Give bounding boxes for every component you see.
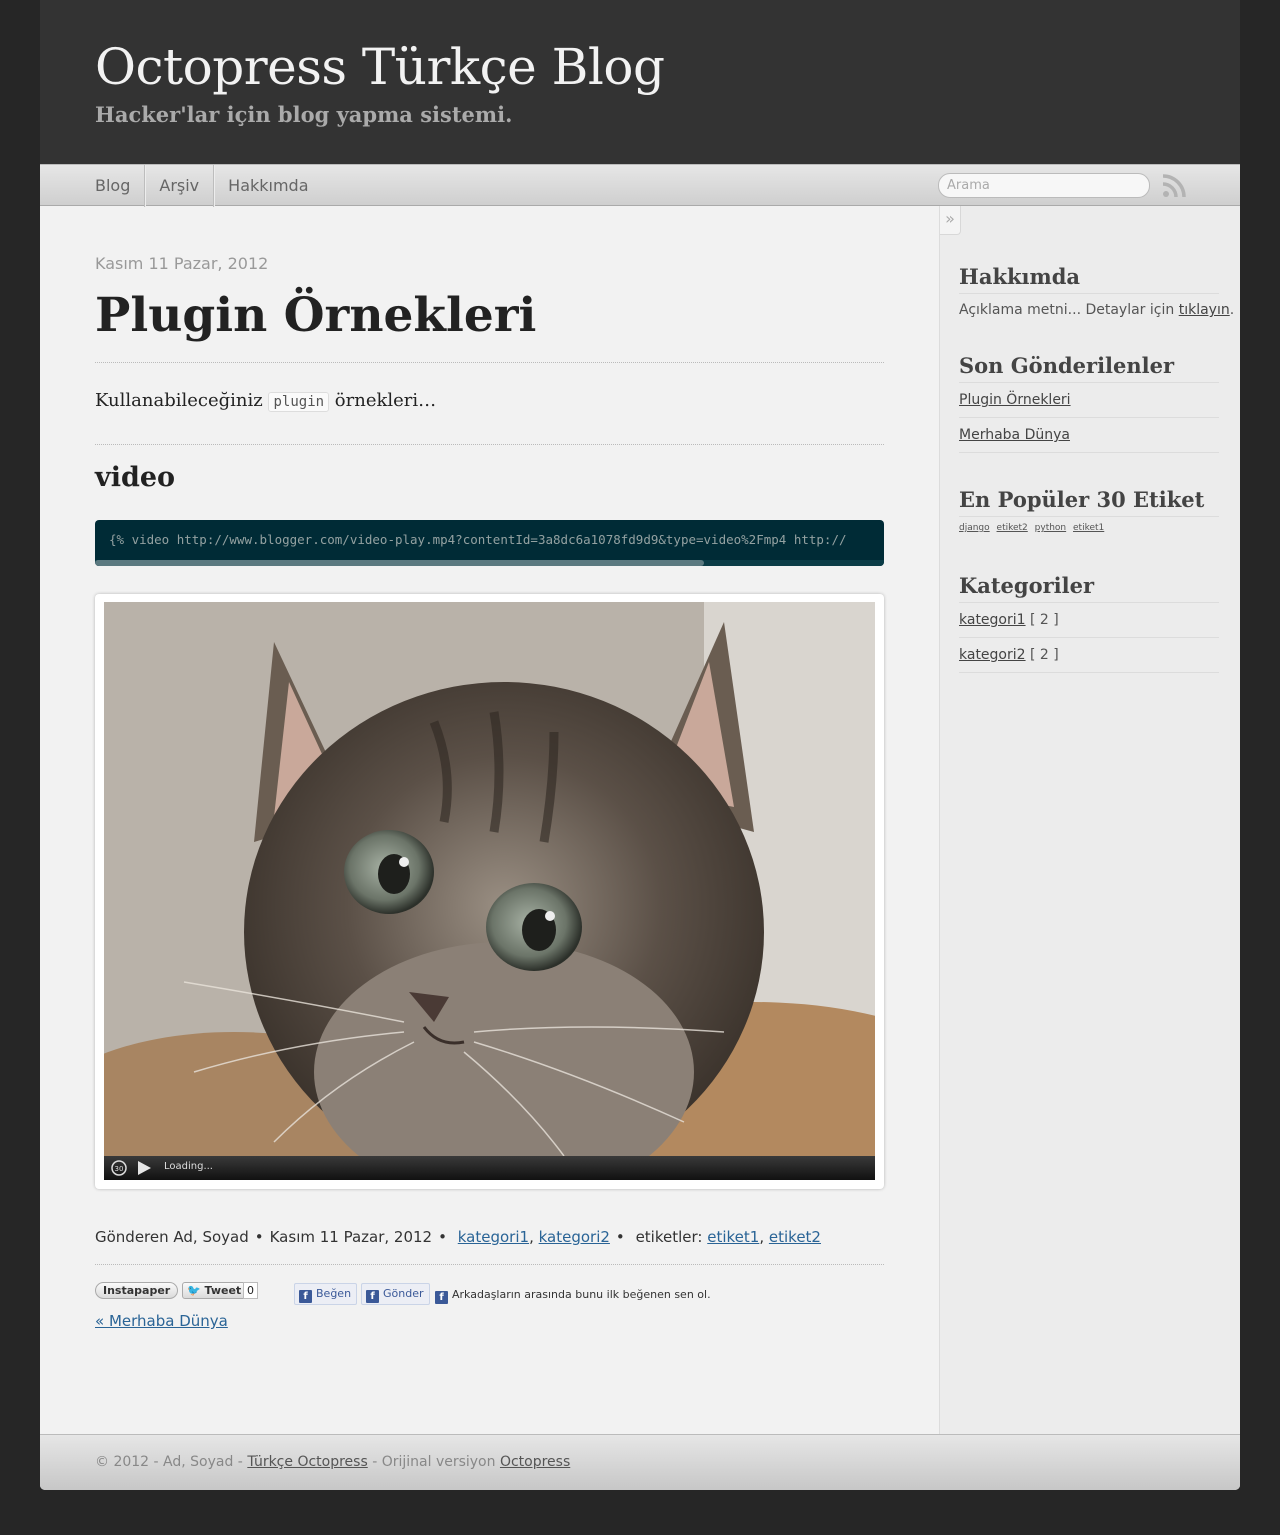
divider bbox=[95, 1264, 884, 1265]
sidebar-about-text: Açıklama metni... Detaylar için tıklayın… bbox=[959, 302, 1234, 318]
nav-item-about[interactable]: Hakkımda bbox=[213, 165, 322, 207]
footer-middle-text: - Orijinal versiyon bbox=[367, 1454, 500, 1470]
tags-label: etiketler: bbox=[635, 1228, 703, 1246]
tag-link[interactable]: etiket1 bbox=[707, 1228, 759, 1246]
twitter-bird-icon: 🐦 bbox=[187, 1284, 201, 1297]
sharing-bar: Instapaper 🐦 Tweet 0 f Beğen f Gönder f Ark… bbox=[95, 1282, 884, 1308]
replay-30-icon[interactable]: 30 bbox=[110, 1159, 128, 1177]
tag-link[interactable]: etiket2 bbox=[769, 1228, 821, 1246]
footer-link-turkish-octopress[interactable]: Türkçe Octopress bbox=[247, 1454, 367, 1470]
site-title[interactable]: Octopress Türkçe Blog bbox=[95, 38, 665, 96]
meta-separator: • bbox=[254, 1228, 264, 1246]
tweet-label: Tweet bbox=[204, 1284, 242, 1297]
tag-cloud-link[interactable]: python bbox=[1035, 523, 1066, 533]
sidebar-categories-title: Kategoriler bbox=[959, 573, 1219, 603]
category-link[interactable]: kategori1 bbox=[959, 612, 1026, 628]
sidebar-recent-title: Son Gönderilenler bbox=[959, 353, 1219, 383]
category-item: kategori2 [ 2 ] bbox=[959, 638, 1219, 673]
code-line: {% video http://www.blogger.com/video-pl… bbox=[109, 532, 847, 547]
facebook-icon: f bbox=[299, 1290, 312, 1303]
nav-item-archive[interactable]: Arşiv bbox=[144, 165, 213, 207]
post-title: Plugin Örnekleri bbox=[95, 288, 537, 343]
video-controls: 30 Loading... bbox=[104, 1156, 875, 1180]
intro-text: Kullanabileceğiniz bbox=[95, 390, 263, 411]
recent-post-item: Merhaba Dünya bbox=[959, 418, 1219, 453]
sidebar-tags: En Popüler 30 Etiket django etiket2 pyth… bbox=[959, 487, 1219, 533]
divider bbox=[95, 362, 884, 363]
recent-post-link[interactable]: Plugin Örnekleri bbox=[959, 392, 1071, 408]
category-link[interactable]: kategori1 bbox=[458, 1228, 529, 1246]
post-author: Gönderen Ad, Soyad bbox=[95, 1228, 249, 1246]
section-heading: video bbox=[95, 462, 176, 493]
tag-cloud-link[interactable]: etiket2 bbox=[997, 523, 1028, 533]
recent-post-link[interactable]: Merhaba Dünya bbox=[959, 427, 1070, 443]
about-description: Açıklama metni... Detaylar için bbox=[959, 302, 1175, 318]
video-player[interactable]: 30 Loading... bbox=[95, 594, 884, 1189]
page: Octopress Türkçe Blog Hacker'lar için bl… bbox=[40, 0, 1240, 1490]
recent-post-item: Plugin Örnekleri bbox=[959, 383, 1219, 418]
rss-icon[interactable] bbox=[1162, 174, 1186, 198]
tag-cloud-link[interactable]: django bbox=[959, 523, 990, 533]
category-link[interactable]: kategori2 bbox=[959, 647, 1026, 663]
footer-copyright: © 2012 - Ad, Soyad - bbox=[95, 1454, 248, 1470]
code-scrollbar[interactable] bbox=[95, 560, 884, 566]
sidebar-about: Hakkımda Açıklama metni... Detaylar için… bbox=[959, 264, 1234, 318]
tweet-count: 0 bbox=[243, 1282, 258, 1299]
previous-post-link[interactable]: « Merhaba Dünya bbox=[95, 1312, 228, 1330]
facebook-icon: f bbox=[366, 1290, 379, 1303]
video-loading-text: Loading... bbox=[164, 1161, 213, 1172]
tag-cloud-link[interactable]: etiket1 bbox=[1073, 523, 1104, 533]
main-nav: Blog Arşiv Hakkımda bbox=[40, 164, 1240, 207]
tag-cloud: django etiket2 python etiket1 bbox=[959, 523, 1219, 533]
sidebar-tags-title: En Popüler 30 Etiket bbox=[959, 487, 1219, 517]
category-count: [ 2 ] bbox=[1030, 612, 1059, 628]
post-date: Kasım 11 Pazar, 2012 bbox=[95, 254, 269, 273]
code-scrollbar-thumb[interactable] bbox=[95, 560, 704, 566]
send-label: Gönder bbox=[383, 1287, 424, 1300]
sidebar-about-title: Hakkımda bbox=[959, 264, 1219, 294]
play-icon[interactable] bbox=[136, 1160, 152, 1176]
facebook-send-button[interactable]: f Gönder bbox=[361, 1283, 430, 1305]
sidebar-recent-posts: Son Gönderilenler Plugin Örnekleri Merha… bbox=[959, 353, 1219, 453]
category-count: [ 2 ] bbox=[1030, 647, 1059, 663]
post-meta-date: Kasım 11 Pazar, 2012 bbox=[269, 1228, 433, 1246]
footer-link-octopress[interactable]: Octopress bbox=[500, 1454, 570, 1470]
facebook-like-button[interactable]: f Beğen bbox=[294, 1283, 358, 1305]
post-intro: Kullanabileceğiniz plugin örnekleri… bbox=[95, 390, 437, 412]
sidebar-collapse-button[interactable]: » bbox=[940, 206, 961, 235]
svg-text:30: 30 bbox=[115, 1165, 124, 1173]
sidebar: » Hakkımda Açıklama metni... Detaylar iç… bbox=[939, 206, 1240, 1434]
sidebar-categories: Kategoriler kategori1 [ 2 ] kategori2 [ … bbox=[959, 573, 1219, 673]
facebook-like-note: f Arkadaşların arasında bunu ilk beğenen … bbox=[435, 1288, 711, 1304]
kitten-illustration bbox=[104, 602, 875, 1156]
instapaper-button[interactable]: Instapaper bbox=[95, 1282, 179, 1299]
nav-item-blog[interactable]: Blog bbox=[95, 165, 144, 207]
intro-text-end: örnekleri… bbox=[334, 390, 437, 411]
footer-text: © 2012 - Ad, Soyad - Türkçe Octopress - … bbox=[95, 1454, 570, 1470]
category-item: kategori1 [ 2 ] bbox=[959, 603, 1219, 638]
about-period: . bbox=[1229, 302, 1235, 318]
site-subtitle: Hacker'lar için blog yapma sistemi. bbox=[95, 102, 513, 127]
inline-code: plugin bbox=[268, 392, 330, 412]
nav-list: Blog Arşiv Hakkımda bbox=[95, 165, 323, 207]
facebook-icon: f bbox=[435, 1291, 448, 1304]
search-input[interactable] bbox=[938, 173, 1150, 198]
site-footer: © 2012 - Ad, Soyad - Türkçe Octopress - … bbox=[40, 1434, 1240, 1490]
like-label: Beğen bbox=[316, 1287, 352, 1300]
tweet-button[interactable]: 🐦 Tweet bbox=[182, 1282, 250, 1299]
meta-separator: • bbox=[438, 1228, 447, 1246]
fb-note-text: Arkadaşların arasında bunu ilk beğenen s… bbox=[452, 1288, 711, 1301]
video-poster-kitten[interactable] bbox=[104, 602, 875, 1156]
category-link[interactable]: kategori2 bbox=[539, 1228, 610, 1246]
code-block[interactable]: {% video http://www.blogger.com/video-pl… bbox=[95, 520, 884, 566]
site-header: Octopress Türkçe Blog Hacker'lar için bl… bbox=[40, 0, 1240, 164]
about-details-link[interactable]: tıklayın bbox=[1179, 302, 1230, 318]
divider bbox=[95, 444, 884, 445]
post-meta: Gönderen Ad, Soyad • Kasım 11 Pazar, 2012 •… bbox=[95, 1228, 821, 1246]
meta-separator: • bbox=[615, 1228, 625, 1246]
